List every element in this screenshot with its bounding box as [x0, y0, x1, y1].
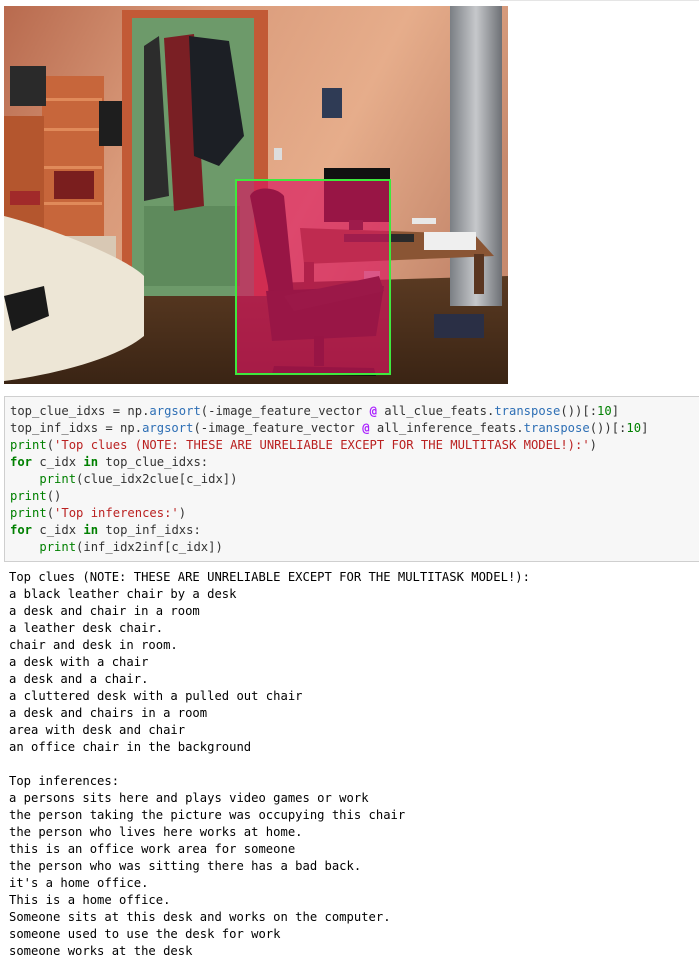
- inference-item: a persons sits here and plays video game…: [9, 791, 369, 805]
- inference-item: Someone sits at this desk and works on t…: [9, 910, 391, 924]
- top-divider: [500, 0, 699, 1]
- inference-item: the person who was sitting there has a b…: [9, 859, 362, 873]
- clue-item: a desk and chair in a room: [9, 604, 200, 618]
- clue-item: a leather desk chair.: [9, 621, 164, 635]
- clue-item: chair and desk in room.: [9, 638, 178, 652]
- code-line-4: for c_idx in top_clue_idxs:: [10, 455, 209, 469]
- inference-item: this is an office work area for someone: [9, 842, 296, 856]
- clue-item: a black leather chair by a desk: [9, 587, 237, 601]
- clue-item: a cluttered desk with a pulled out chair: [9, 689, 303, 703]
- inference-item: This is a home office.: [9, 893, 171, 907]
- cell-output: Top clues (NOTE: THESE ARE UNRELIABLE EX…: [9, 569, 699, 960]
- inference-item: someone works at the desk: [9, 944, 193, 958]
- code-line-5: print(clue_idx2clue[c_idx]): [39, 472, 238, 486]
- region-highlight: [236, 180, 390, 374]
- wall-picture: [322, 88, 342, 118]
- code-line-3: print('Top clues (NOTE: THESE ARE UNRELI…: [10, 438, 598, 452]
- clue-item: a desk and a chair.: [9, 672, 149, 686]
- code-line-9: print(inf_idx2inf[c_idx]): [39, 540, 223, 554]
- clue-item: a desk with a chair: [9, 655, 149, 669]
- inference-item: someone used to use the desk for work: [9, 927, 281, 941]
- inferences-header: Top inferences:: [9, 774, 120, 788]
- floor-items: [434, 314, 484, 338]
- clue-item: area with desk and chair: [9, 723, 186, 737]
- image-output: [4, 6, 508, 384]
- code-cell[interactable]: top_clue_idxs = np.argsort(-image_featur…: [4, 396, 699, 562]
- code-line-7: print('Top inferences:'): [10, 506, 187, 520]
- inference-item: it's a home office.: [9, 876, 149, 890]
- code-line-2: top_inf_idxs = np.argsort(-image_feature…: [10, 421, 649, 435]
- clue-item: an office chair in the background: [9, 740, 252, 754]
- inference-item: the person taking the picture was occupy…: [9, 808, 406, 822]
- clues-header: Top clues (NOTE: THESE ARE UNRELIABLE EX…: [9, 570, 530, 584]
- light-switch: [274, 148, 282, 160]
- clue-item: a desk and chairs in a room: [9, 706, 208, 720]
- code-line-1: top_clue_idxs = np.argsort(-image_featur…: [10, 404, 620, 418]
- code-line-6: print(): [10, 489, 62, 503]
- inference-item: the person who lives here works at home.: [9, 825, 303, 839]
- room-photo: [4, 6, 508, 384]
- code-line-8: for c_idx in top_inf_idxs:: [10, 523, 201, 537]
